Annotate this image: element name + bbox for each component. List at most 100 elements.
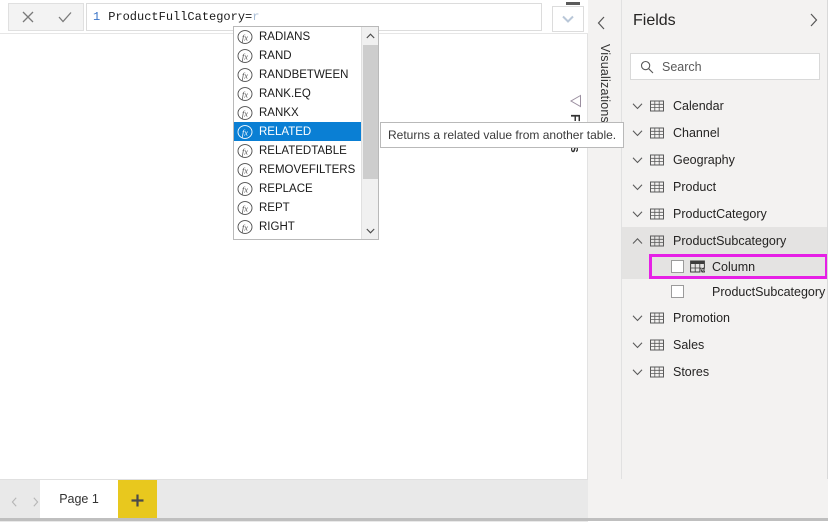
- autocomplete-item-label: RIGHT: [259, 221, 295, 233]
- autocomplete-item-label: RAND: [259, 50, 292, 62]
- function-icon: fx: [237, 124, 253, 140]
- table-icon: [649, 337, 665, 353]
- chevron-down-icon[interactable]: [629, 125, 645, 141]
- autocomplete-item-label: RELATEDTABLE: [259, 145, 347, 157]
- fields-table-label: Geography: [673, 153, 735, 167]
- svg-text:fx: fx: [242, 32, 248, 42]
- autocomplete-item[interactable]: fxREPT: [234, 198, 362, 217]
- fields-table-row[interactable]: Promotion: [621, 304, 828, 331]
- chevron-down-icon[interactable]: [629, 152, 645, 168]
- fields-table-row[interactable]: ProductSubcategory: [621, 227, 828, 254]
- fields-column-label: ProductSubcategory: [712, 285, 825, 299]
- chevron-down-icon[interactable]: [629, 206, 645, 222]
- fields-table-label: Channel: [673, 126, 720, 140]
- autocomplete-item[interactable]: fx REMOVEFILTERS: [234, 160, 362, 179]
- fields-column-row[interactable]: ProductSubcategory: [621, 279, 828, 304]
- fields-pane: Fields Search Calendar Channel Geography Pr…: [621, 0, 828, 479]
- fields-pane-header: Fields: [621, 0, 828, 44]
- function-icon: fx: [237, 67, 253, 83]
- autocomplete-item[interactable]: fx RANKX: [234, 103, 362, 122]
- fields-table-label: ProductCategory: [673, 207, 767, 221]
- svg-text:fx: fx: [242, 146, 248, 156]
- formula-text: ProductFullCategory=r: [108, 10, 259, 24]
- table-icon: [649, 310, 665, 326]
- table-icon: [649, 233, 665, 249]
- function-icon: fx: [237, 181, 253, 197]
- plus-icon: [130, 493, 145, 508]
- function-icon: fx: [237, 105, 253, 121]
- function-icon: fx: [237, 219, 253, 235]
- autocomplete-item[interactable]: fxRANK.EQ: [234, 84, 362, 103]
- chevron-down-icon[interactable]: [629, 310, 645, 326]
- function-icon: fx: [237, 143, 253, 159]
- table-icon: [649, 206, 665, 222]
- table-icon: [649, 364, 665, 380]
- chevron-left-icon[interactable]: [597, 16, 606, 30]
- function-icon: fx: [237, 86, 253, 102]
- field-checkbox[interactable]: [671, 260, 684, 273]
- page-tab-page-1[interactable]: Page 1: [40, 480, 118, 521]
- autocomplete-item-label: REMOVEFILTERS: [259, 164, 355, 176]
- autocomplete-scroll-down-button[interactable]: [362, 222, 379, 239]
- chevron-down-icon[interactable]: [629, 179, 645, 195]
- fields-table-row[interactable]: Stores: [621, 358, 828, 385]
- visualizations-pane-label: Visualizations: [598, 44, 612, 123]
- fields-table-row[interactable]: Channel: [621, 119, 828, 146]
- formula-hint-text: r: [252, 10, 259, 24]
- svg-text:fx: fx: [242, 165, 248, 175]
- autocomplete-item[interactable]: fx RIGHT: [234, 217, 362, 236]
- cancel-formula-button[interactable]: [13, 5, 43, 29]
- chevron-right-icon: [32, 497, 39, 507]
- field-checkbox[interactable]: [671, 285, 684, 298]
- fields-tree: Calendar Channel Geography Product ProductCa…: [621, 92, 828, 385]
- chevron-down-icon[interactable]: [629, 337, 645, 353]
- fields-table-row[interactable]: Calendar: [621, 92, 828, 119]
- function-icon: fx: [237, 200, 253, 216]
- autocomplete-item[interactable]: fx RANDBETWEEN: [234, 65, 362, 84]
- chevron-right-icon[interactable]: [809, 13, 818, 27]
- commit-formula-button[interactable]: [50, 5, 80, 29]
- autocomplete-scrollbar[interactable]: [361, 27, 378, 239]
- chevron-down-icon: [562, 15, 574, 23]
- chevron-up-icon[interactable]: [629, 233, 645, 249]
- chevron-down-icon[interactable]: [629, 364, 645, 380]
- chevron-down-icon[interactable]: [629, 98, 645, 114]
- formula-autocomplete-dropdown[interactable]: fxRADIANSfxRANDfxRANDBETWEENfxRANK.EQfxR…: [233, 26, 379, 240]
- autocomplete-scroll-thumb[interactable]: [363, 45, 378, 179]
- fields-table-label: ProductSubcategory: [673, 234, 786, 248]
- formula-expand-button[interactable]: [552, 6, 584, 32]
- autocomplete-item-label: RANDBETWEEN: [259, 69, 348, 81]
- search-input[interactable]: Search: [630, 53, 820, 80]
- autocomplete-item[interactable]: fxRAND: [234, 46, 362, 65]
- autocomplete-item[interactable]: fx RELATEDTABLE: [234, 141, 362, 160]
- svg-text:fx: fx: [700, 267, 705, 274]
- autocomplete-item[interactable]: fx REPLACE: [234, 179, 362, 198]
- autocomplete-item-label: RANKX: [259, 107, 299, 119]
- search-icon: [640, 60, 654, 74]
- checkmark-icon: [57, 10, 73, 24]
- autocomplete-item[interactable]: fxRADIANS: [234, 27, 362, 46]
- svg-text:fx: fx: [242, 184, 248, 194]
- fields-column-row[interactable]: fxfxColumn: [621, 254, 828, 279]
- fields-table-row[interactable]: Geography: [621, 146, 828, 173]
- field-icon-spacer: [690, 284, 705, 299]
- fields-table-row[interactable]: Product: [621, 173, 828, 200]
- previous-page-button[interactable]: [4, 489, 25, 515]
- search-placeholder: Search: [662, 60, 702, 74]
- fields-table-row[interactable]: ProductCategory: [621, 200, 828, 227]
- svg-text:fx: fx: [242, 127, 248, 137]
- fields-table-row[interactable]: Sales: [621, 331, 828, 358]
- filters-pane-collapsed[interactable]: Filters: [563, 34, 587, 479]
- svg-text:fx: fx: [242, 222, 248, 232]
- autocomplete-item[interactable]: fxRELATED: [234, 122, 362, 141]
- visualizations-pane-collapsed[interactable]: Visualizations: [588, 0, 622, 479]
- autocomplete-list: fxRADIANSfxRANDfxRANDBETWEENfxRANK.EQfxR…: [234, 27, 362, 236]
- chevron-up-icon: [366, 33, 375, 39]
- autocomplete-item-label: REPLACE: [259, 183, 313, 195]
- formula-collapse-button[interactable]: [566, 2, 580, 5]
- add-page-button[interactable]: [118, 480, 157, 521]
- autocomplete-scroll-up-button[interactable]: [362, 27, 379, 44]
- svg-text:fx: fx: [242, 108, 248, 118]
- svg-text:fx: fx: [242, 89, 248, 99]
- table-icon: [649, 98, 665, 114]
